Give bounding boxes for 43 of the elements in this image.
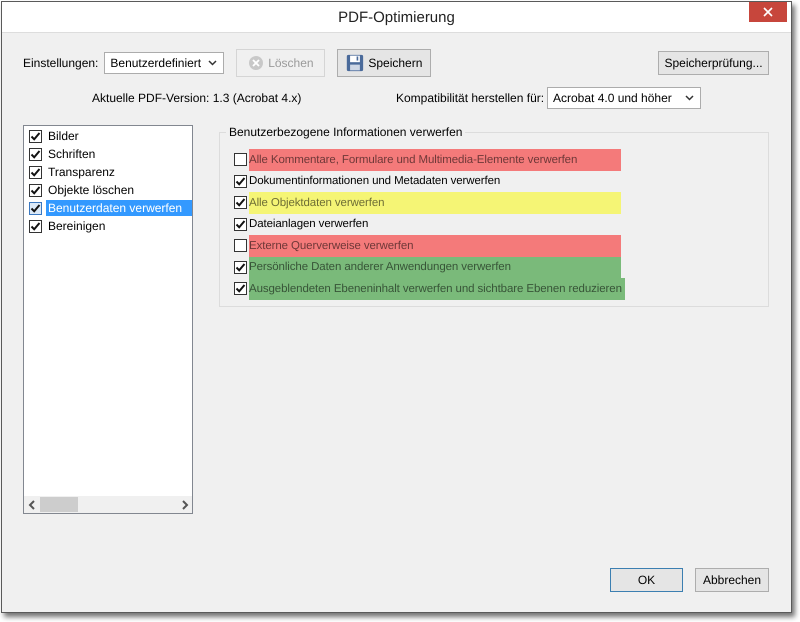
chevron-down-icon — [208, 60, 218, 66]
scrollbar-thumb[interactable] — [40, 497, 78, 512]
settings-label: Einstellungen: — [23, 56, 98, 70]
compatibility-label: Kompatibilität herstellen für: — [396, 91, 546, 105]
checkbox[interactable] — [234, 218, 247, 231]
option-label[interactable]: Alle Objektdaten verwerfen — [249, 192, 621, 214]
checkbox[interactable] — [29, 166, 42, 178]
chevron-right-icon[interactable] — [181, 500, 189, 510]
checkbox[interactable] — [234, 196, 247, 210]
checkbox[interactable] — [29, 220, 42, 232]
checkbox[interactable] — [234, 260, 247, 274]
clear-icon — [248, 55, 264, 71]
close-button[interactable] — [749, 2, 787, 22]
option-label[interactable]: Dokumentinformationen und Metadaten verwerfen — [249, 170, 621, 192]
cancel-button[interactable]: Abbrechen — [695, 568, 769, 592]
checkbox[interactable] — [29, 202, 42, 214]
list-item[interactable]: Bereinigen — [46, 218, 192, 234]
option-label[interactable]: Ausgeblendeten Ebeneninhalt verwerfen und sichtbare Ebenen reduzieren — [249, 278, 625, 300]
checkbox[interactable] — [29, 148, 42, 160]
save-button[interactable]: Speichern — [337, 49, 432, 77]
pdf-version-text: Aktuelle PDF-Version: 1.3 (Acrobat 4.x) — [92, 91, 302, 105]
group-title: Benutzerbezogene Informationen verwerfen — [226, 125, 466, 139]
checkbox[interactable] — [234, 174, 247, 188]
list-item[interactable]: Bilder — [46, 128, 192, 144]
close-icon — [763, 7, 773, 17]
checkbox[interactable] — [234, 239, 247, 252]
list-item[interactable]: Objekte löschen — [46, 182, 192, 198]
horizontal-scrollbar[interactable] — [24, 496, 192, 513]
option-label[interactable]: Persönliche Daten anderer Anwendungen verwerfen — [249, 256, 621, 278]
chevron-down-icon — [685, 95, 694, 101]
checkbox[interactable] — [29, 184, 42, 196]
compatibility-dropdown[interactable]: Acrobat 4.0 und höher — [547, 87, 701, 109]
list-item[interactable]: Schriften — [46, 146, 192, 162]
memory-check-button[interactable]: Speicherprüfung... — [658, 51, 769, 75]
chevron-left-icon[interactable] — [28, 500, 36, 510]
option-label[interactable]: Dateianlagen verwerfen — [249, 214, 621, 235]
settings-dropdown[interactable]: Benutzerdefiniert — [104, 52, 224, 74]
checkbox[interactable] — [234, 282, 247, 296]
checkbox[interactable] — [234, 153, 247, 166]
checkbox[interactable] — [29, 130, 42, 142]
list-item[interactable]: Transparenz — [46, 164, 192, 180]
ok-button[interactable]: OK — [610, 568, 683, 592]
window-title: PDF-Optimierung — [338, 8, 455, 26]
